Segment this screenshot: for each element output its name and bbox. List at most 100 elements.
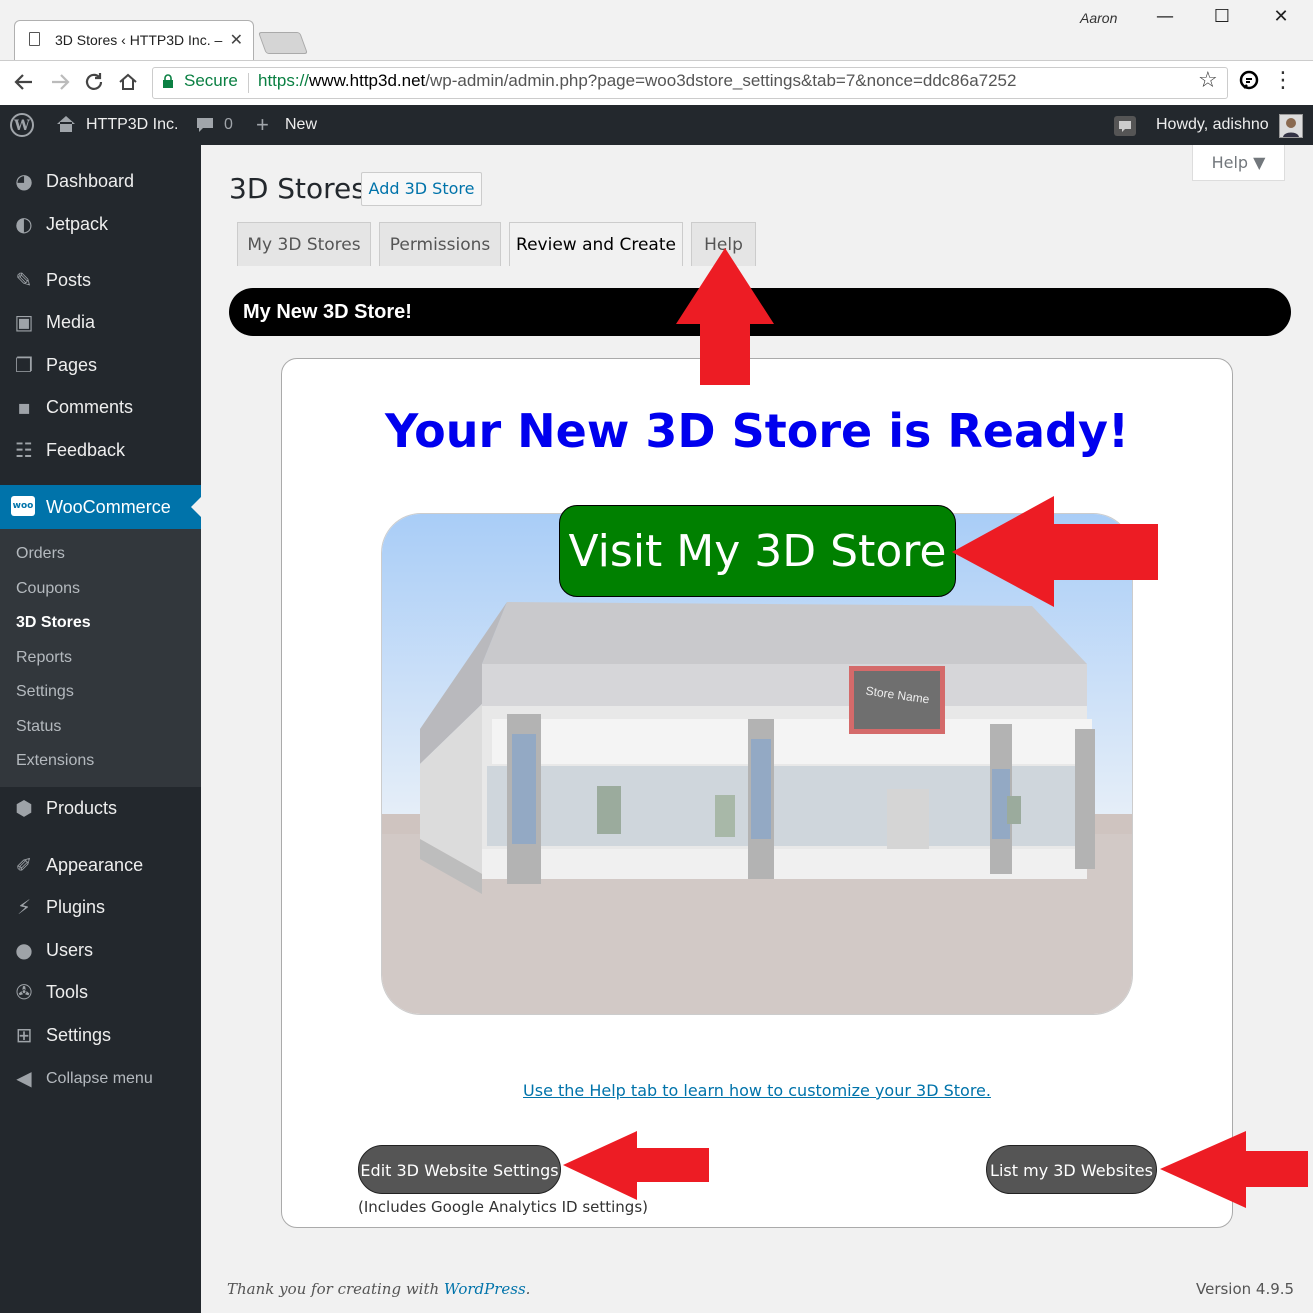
sidebar-item-woocommerce[interactable]: woo WooCommerce — [0, 485, 201, 529]
sidebar-item-label: Appearance — [46, 855, 144, 875]
box-icon: ⬢ — [15, 796, 33, 820]
brush-icon: ✐ — [15, 853, 33, 877]
tab-permissions[interactable]: Permissions — [379, 222, 501, 266]
comments-count[interactable]: 0 — [224, 116, 233, 134]
home-icon[interactable] — [55, 114, 77, 134]
red-arrow-left-icon — [563, 1131, 709, 1200]
submenu-status[interactable]: Status — [16, 718, 61, 736]
sidebar-item-label: Settings — [46, 1025, 112, 1045]
site-name[interactable]: HTTP3D Inc. — [86, 116, 178, 134]
svg-text:W: W — [13, 118, 30, 134]
footer-period: . — [525, 1280, 531, 1298]
url-text[interactable]: https://www.http3d.net/wp-admin/admin.ph… — [258, 71, 1016, 91]
submenu-3d-stores[interactable]: 3D Stores — [16, 614, 91, 632]
sidebar-item-plugins[interactable]: ⚡ Plugins — [0, 887, 201, 927]
sidebar-item-label: Dashboard — [46, 171, 135, 191]
sidebar-collapse-menu[interactable]: ◀ Collapse menu — [0, 1058, 201, 1098]
sidebar-item-media[interactable]: ▣ Media — [0, 302, 201, 342]
sidebar-item-jetpack[interactable]: ◐ Jetpack — [0, 204, 201, 244]
close-window-icon[interactable]: ✕ — [1266, 6, 1296, 27]
wordpress-link[interactable]: WordPress — [444, 1280, 526, 1298]
version-label: Version 4.9.5 — [1196, 1280, 1295, 1298]
arrow-left-icon[interactable] — [12, 70, 36, 94]
red-arrow-up-icon — [676, 248, 774, 385]
help-tab-link[interactable]: Use the Help tab to learn how to customi… — [281, 1081, 1233, 1100]
arrow-right-icon[interactable] — [48, 70, 72, 94]
url-path: /wp-admin/admin.php?page=woo3dstore_sett… — [425, 71, 1017, 90]
footer-thanks: Thank you for creating with WordPress. — [227, 1280, 530, 1298]
add-3d-store-button[interactable]: Add 3D Store — [361, 172, 482, 206]
help-dropdown-button[interactable]: Help ▼ — [1192, 145, 1285, 181]
url-protocol: https:// — [258, 71, 310, 90]
notification-icon[interactable] — [1113, 115, 1137, 137]
tab-title: 3D Stores ‹ HTTP3D Inc. – — [55, 32, 223, 48]
submenu-coupons[interactable]: Coupons — [16, 580, 80, 598]
sidebar-item-dashboard[interactable]: ◕ Dashboard — [0, 161, 201, 201]
wordpress-logo-icon[interactable]: W — [10, 113, 34, 137]
maximize-icon[interactable]: ☐ — [1207, 6, 1237, 27]
settings-icon: ⊞ — [15, 1023, 33, 1047]
home-icon[interactable] — [116, 70, 140, 94]
sidebar-item-label: WooCommerce — [46, 497, 171, 517]
lock-icon — [163, 74, 173, 88]
reload-icon[interactable] — [82, 70, 106, 94]
page-title: 3D Stores — [229, 172, 366, 205]
sidebar-item-pages[interactable]: ❐ Pages — [0, 345, 201, 385]
sidebar-item-label: Tools — [46, 982, 89, 1002]
sidebar-item-posts[interactable]: ✎ Posts — [0, 260, 201, 300]
edit-website-settings-button[interactable]: Edit 3D Website Settings — [358, 1145, 561, 1194]
sidebar-item-feedback[interactable]: ☷ Feedback — [0, 430, 201, 470]
submenu-reports[interactable]: Reports — [16, 649, 72, 667]
new-tab-button[interactable] — [257, 32, 309, 54]
extension-chat-icon[interactable] — [1238, 70, 1260, 92]
sidebar-item-comments[interactable]: ▪ Comments — [0, 387, 201, 427]
plug-icon: ⚡ — [16, 895, 32, 919]
jetpack-icon: ◐ — [15, 212, 33, 236]
howdy-user[interactable]: Howdy, adishno — [1156, 116, 1269, 134]
sidebar-item-users[interactable]: ● Users — [0, 930, 201, 970]
tab-my-3d-stores[interactable]: My 3D Stores — [237, 222, 371, 266]
active-caret-icon — [191, 497, 201, 517]
sidebar-item-appearance[interactable]: ✐ Appearance — [0, 845, 201, 885]
avatar[interactable] — [1279, 114, 1303, 138]
sidebar-item-label: Feedback — [46, 440, 126, 460]
sidebar-item-products[interactable]: ⬢ Products — [0, 788, 201, 828]
pin-icon: ✎ — [15, 268, 33, 292]
browser-menu-icon[interactable]: ⋮ — [1272, 68, 1294, 93]
submenu-orders[interactable]: Orders — [16, 545, 65, 563]
sidebar-item-label: Plugins — [46, 897, 106, 917]
sidebar-item-label: Collapse menu — [46, 1070, 153, 1087]
bookmark-star-icon[interactable]: ☆ — [1198, 68, 1218, 93]
secure-label: Secure — [184, 71, 238, 90]
feedback-icon: ☷ — [15, 438, 33, 462]
visit-store-button[interactable]: Visit My 3D Store — [559, 505, 956, 597]
sidebar-item-label: Comments — [46, 397, 134, 417]
sidebar-item-label: Media — [46, 312, 96, 332]
sidebar-item-label: Posts — [46, 270, 92, 290]
url-host: www.http3d.net — [309, 71, 426, 90]
banner-title: My New 3D Store! — [243, 301, 412, 323]
media-icon: ▣ — [14, 310, 34, 334]
woo-logo-icon: woo — [11, 496, 35, 516]
sidebar-item-label: Jetpack — [46, 214, 109, 234]
comment-icon: ▪ — [17, 395, 31, 419]
sidebar-item-tools[interactable]: ✇ Tools — [0, 972, 201, 1012]
tab-review-and-create[interactable]: Review and Create — [509, 222, 683, 266]
sidebar-item-settings[interactable]: ⊞ Settings — [0, 1015, 201, 1055]
tab-close-icon[interactable]: ✕ — [230, 30, 243, 49]
minimize-icon[interactable]: — — [1150, 6, 1180, 27]
comment-icon[interactable] — [195, 115, 215, 135]
profile-name[interactable]: Aaron — [1080, 10, 1117, 26]
browser-tab[interactable]: 3D Stores ‹ HTTP3D Inc. – ✕ — [14, 20, 254, 60]
sidebar-item-label: Products — [46, 798, 118, 818]
sidebar-item-label: Users — [46, 940, 94, 960]
submenu-settings[interactable]: Settings — [16, 683, 74, 701]
plus-icon[interactable]: + — [256, 112, 269, 138]
list-websites-button[interactable]: List my 3D Websites — [986, 1145, 1157, 1194]
avatar-icon — [1283, 118, 1299, 137]
sidebar-item-label: Pages — [46, 355, 98, 375]
red-arrow-left-icon — [952, 496, 1158, 607]
new-label[interactable]: New — [285, 116, 317, 134]
submenu-extensions[interactable]: Extensions — [16, 752, 94, 770]
footer-thanks-text: Thank you for creating with — [227, 1280, 444, 1298]
